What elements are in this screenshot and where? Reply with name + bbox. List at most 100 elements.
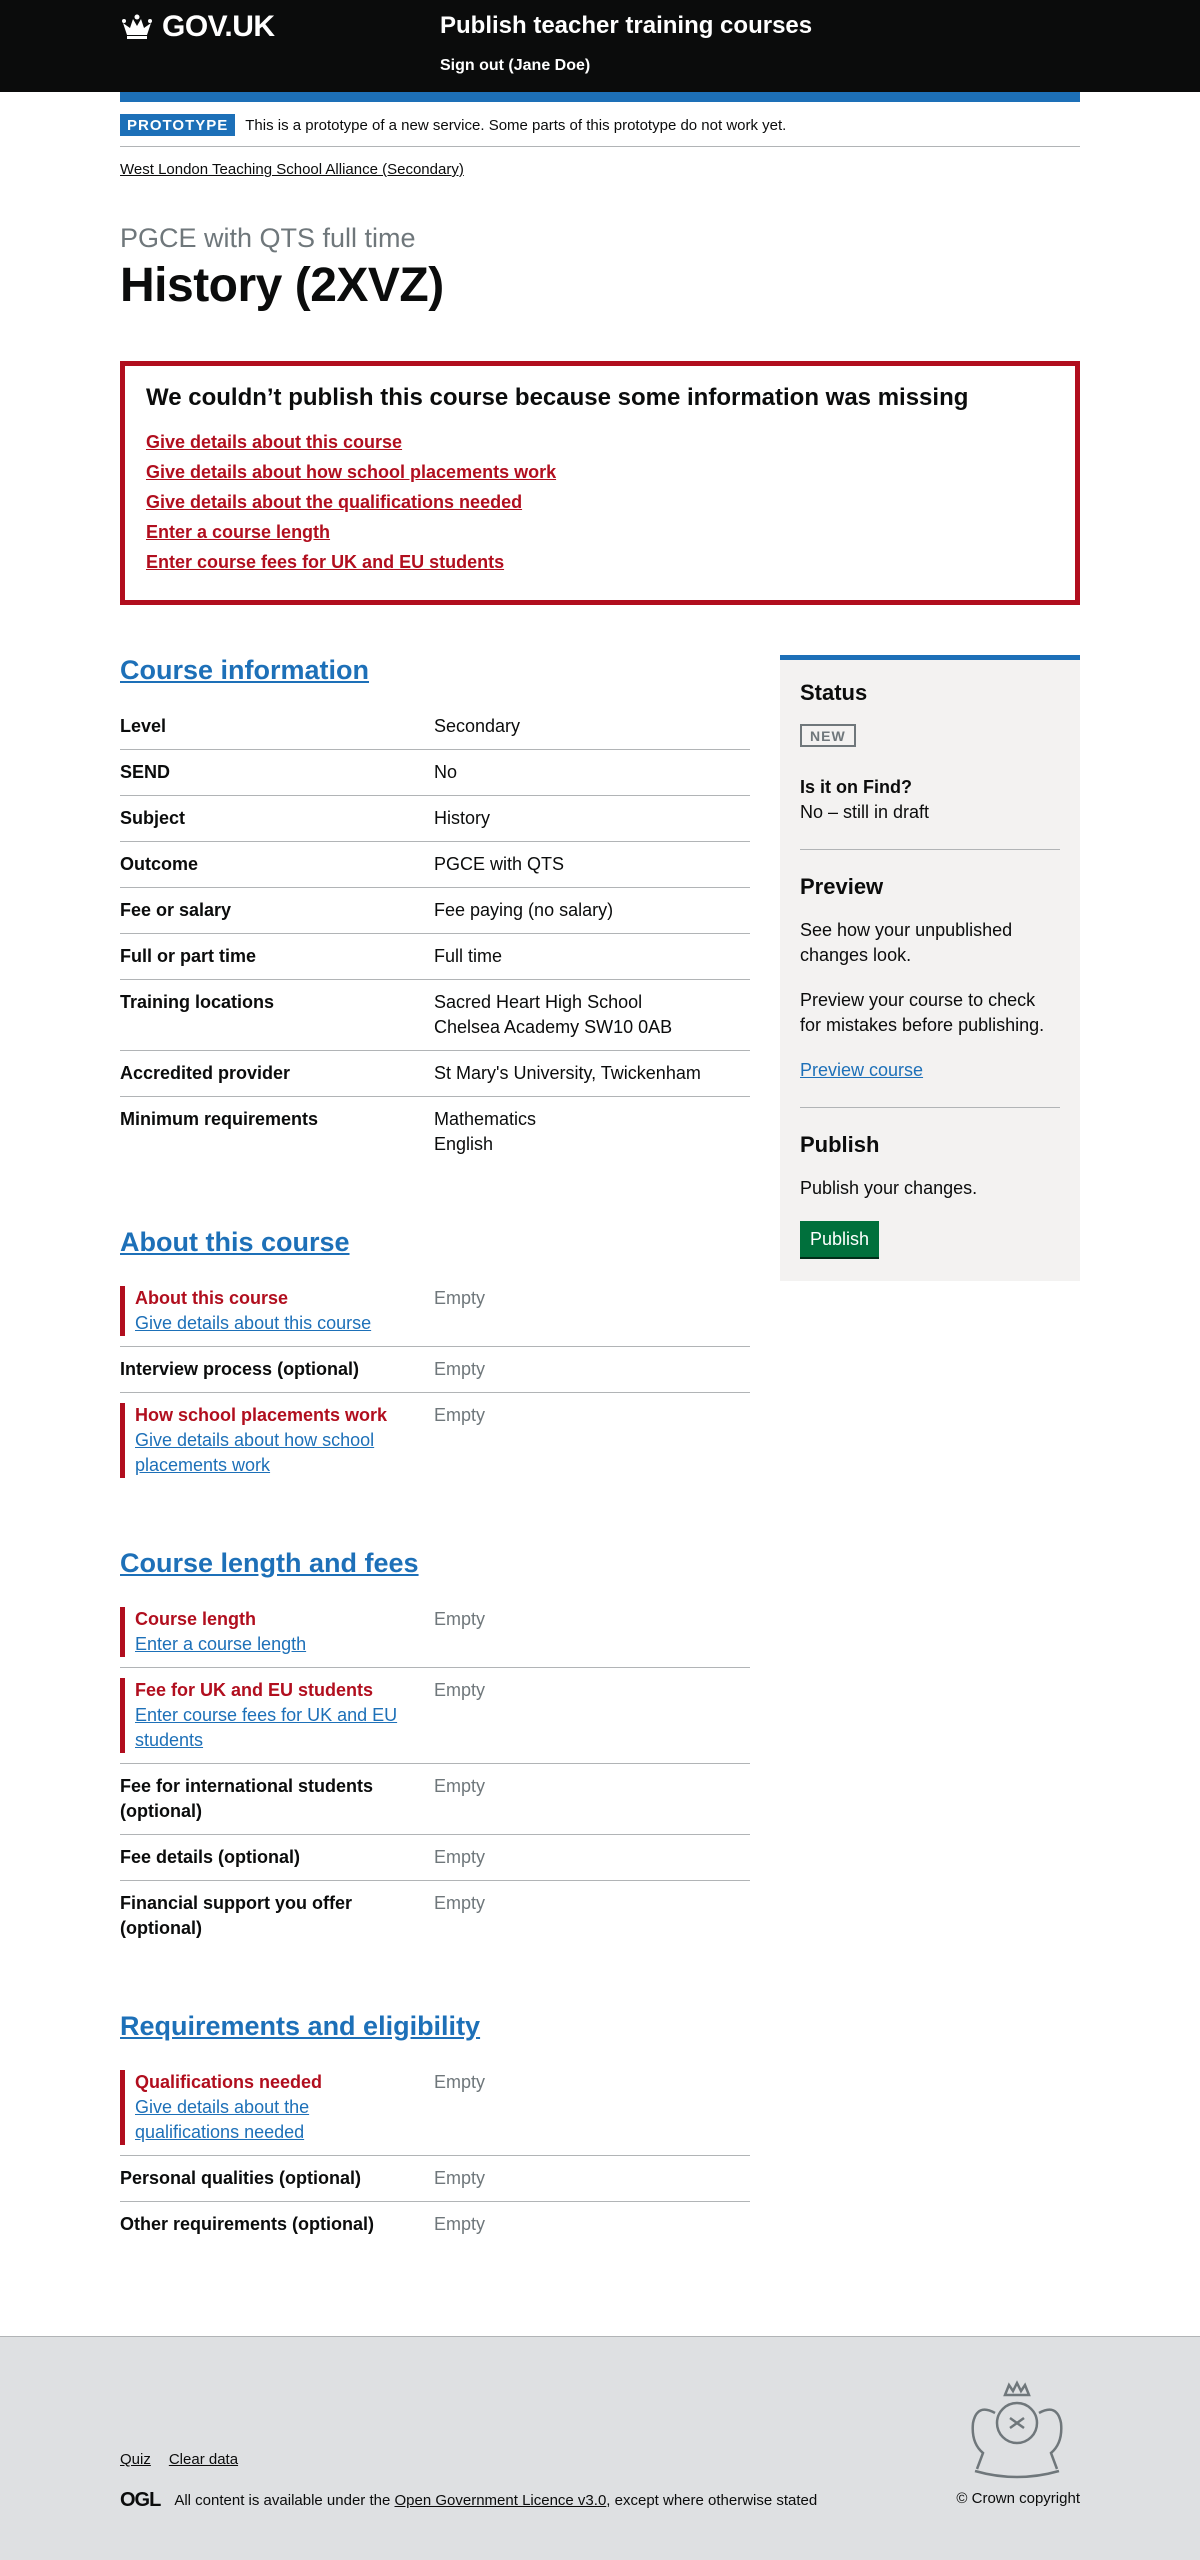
error-link-qualifications[interactable]: Give details about the qualifications ne… <box>146 492 522 512</box>
summary-list: About this course Give details about thi… <box>120 1276 750 1488</box>
row-value: History <box>434 808 491 828</box>
row-key: Course length <box>135 1609 257 1629</box>
logo-text: GOV.UK <box>162 10 275 43</box>
licence-prefix: All content is available under the <box>174 2492 391 2509</box>
find-question: Is it on Find? <box>800 777 912 797</box>
row-key: Interview process (optional) <box>120 1359 360 1379</box>
table-row-error: Qualifications needed Give details about… <box>120 2060 750 2156</box>
about-course-heading[interactable]: About this course <box>120 1227 350 1258</box>
site-footer: Quiz Clear data OGL All content is avail… <box>0 2336 1200 2560</box>
row-value: Fee paying (no salary) <box>434 900 614 920</box>
row-key: Subject <box>120 808 186 828</box>
table-row: Fee for international students (optional… <box>120 1764 750 1835</box>
row-key: Other requirements (optional) <box>120 2214 375 2234</box>
divider <box>800 849 1060 850</box>
prototype-tag: PROTOTYPE <box>120 114 236 136</box>
row-key: SEND <box>120 762 171 782</box>
table-row: Training locations Sacred Heart High Sch… <box>120 980 750 1051</box>
table-row: SEND No <box>120 750 750 796</box>
page-caption: PGCE with QTS full time <box>120 223 416 253</box>
row-value: No <box>434 762 458 782</box>
publish-text: Publish your changes. <box>800 1178 978 1198</box>
row-value: St Mary's University, Twickenham <box>434 1063 701 1083</box>
course-information-section: Course information Level Secondary SEND … <box>120 655 750 1167</box>
crown-icon <box>122 14 152 39</box>
table-row: Minimum requirements Mathematics English <box>120 1097 750 1167</box>
table-row: Accredited provider St Mary's University… <box>120 1051 750 1097</box>
error-link-about-course[interactable]: Give details about this course <box>146 432 402 452</box>
row-value: PGCE with QTS <box>434 854 565 874</box>
licence-link[interactable]: Open Government Licence v3.0 <box>395 2492 607 2509</box>
publish-heading: Publish <box>800 1132 880 1157</box>
table-row: Interview process (optional) Empty <box>120 1347 750 1393</box>
length-fees-heading[interactable]: Course length and fees <box>120 1548 419 1579</box>
row-value: Empty <box>434 2072 486 2092</box>
status-sidebar: Status NEW Is it on Find? No – still in … <box>780 655 1080 1281</box>
table-row-error: Fee for UK and EU students Enter course … <box>120 1668 750 1764</box>
row-key: Minimum requirements <box>120 1109 319 1129</box>
crown-copyright: © Crown copyright <box>956 2490 1080 2507</box>
row-value: Empty <box>434 1609 486 1629</box>
preview-heading: Preview <box>800 874 884 899</box>
row-key: Fee for UK and EU students <box>135 1680 374 1700</box>
row-value: Empty <box>434 1776 486 1796</box>
preview-course-link[interactable]: Preview course <box>800 1060 923 1080</box>
table-row: Full or part time Full time <box>120 934 750 980</box>
main-content: Course information Level Secondary SEND … <box>120 655 750 2247</box>
site-header: GOV.UK Publish teacher training courses … <box>0 0 1200 92</box>
row-key: About this course <box>135 1288 289 1308</box>
requirements-heading[interactable]: Requirements and eligibility <box>120 2011 480 2042</box>
row-value: Mathematics <box>434 1109 537 1129</box>
error-summary-list: Give details about this course Give deta… <box>146 430 1054 574</box>
row-key: Accredited provider <box>120 1063 291 1083</box>
licence: OGL All content is available under the O… <box>120 2489 817 2512</box>
table-row: Fee details (optional) Empty <box>120 1835 750 1881</box>
row-value: Empty <box>434 1288 486 1308</box>
row-key: Outcome <box>120 854 199 874</box>
publish-button[interactable]: Publish <box>800 1221 880 1257</box>
footer-link-clear-data[interactable]: Clear data <box>169 2451 238 2468</box>
row-value: Sacred Heart High School <box>434 992 643 1012</box>
row-value: Empty <box>434 1405 486 1425</box>
table-row: Subject History <box>120 796 750 842</box>
table-row: Level Secondary <box>120 704 750 750</box>
govuk-logo[interactable]: GOV.UK <box>120 10 275 44</box>
royal-crest-icon <box>971 2380 1063 2479</box>
service-name[interactable]: Publish teacher training courses <box>440 12 812 40</box>
error-link-course-fees[interactable]: Enter course fees for UK and EU students <box>146 552 504 572</box>
sign-out-link[interactable]: Sign out (Jane Doe) <box>440 57 590 75</box>
row-key: Full or part time <box>120 946 257 966</box>
row-error-link[interactable]: Give details about how school placements… <box>135 1428 414 1478</box>
row-value: Empty <box>434 1680 486 1700</box>
error-summary-title: We couldn’t publish this course because … <box>146 384 969 411</box>
row-key: Fee for international students (optional… <box>120 1776 374 1821</box>
row-key: Fee details (optional) <box>120 1847 301 1867</box>
row-error-link[interactable]: Enter course fees for UK and EU students <box>135 1703 414 1753</box>
find-answer: No – still in draft <box>800 802 930 822</box>
row-key: Training locations <box>120 992 275 1012</box>
row-value: Empty <box>434 1893 486 1913</box>
page-title: History (2XVZ) <box>120 259 444 312</box>
licence-suffix: , except where otherwise stated <box>606 2492 818 2509</box>
footer-link-quiz[interactable]: Quiz <box>120 2451 151 2468</box>
table-row-error: Course length Enter a course length Empt… <box>120 1597 750 1668</box>
requirements-section: Requirements and eligibility Qualificati… <box>120 2011 750 2247</box>
preview-text: Preview your course to check for mistake… <box>800 990 1045 1035</box>
row-value: Empty <box>434 2214 486 2234</box>
row-error-link[interactable]: Enter a course length <box>135 1632 414 1657</box>
row-error-link[interactable]: Give details about the qualifications ne… <box>135 2095 414 2145</box>
row-value: English <box>434 1134 494 1154</box>
row-key: How school placements work <box>135 1405 388 1425</box>
error-link-course-length[interactable]: Enter a course length <box>146 522 330 542</box>
error-link-school-placements[interactable]: Give details about how school placements… <box>146 462 556 482</box>
breadcrumb-organisation[interactable]: West London Teaching School Alliance (Se… <box>120 161 464 178</box>
table-row: Outcome PGCE with QTS <box>120 842 750 888</box>
table-row: Other requirements (optional) Empty <box>120 2202 750 2247</box>
length-fees-section: Course length and fees Course length Ent… <box>120 1548 750 1951</box>
row-error-link[interactable]: Give details about this course <box>135 1311 414 1336</box>
row-value: Empty <box>434 2168 486 2188</box>
error-summary: We couldn’t publish this course because … <box>120 361 1080 605</box>
status-heading: Status <box>800 680 868 705</box>
course-information-heading[interactable]: Course information <box>120 655 369 686</box>
about-course-section: About this course About this course Give… <box>120 1227 750 1488</box>
